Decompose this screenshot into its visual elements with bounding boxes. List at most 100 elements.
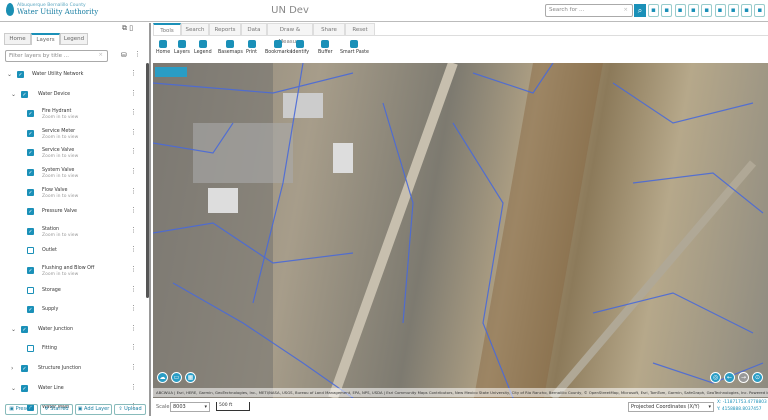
more-options-icon[interactable]: ⋮: [130, 285, 137, 293]
back-icon[interactable]: ←: [724, 372, 735, 383]
layer-item[interactable]: ✓ Flushing and Blow Off Zoom in to view ⋮: [0, 264, 146, 283]
user-icon[interactable]: ▪: [754, 4, 766, 17]
layer-checkbox[interactable]: ✓: [27, 208, 34, 216]
tab-layers[interactable]: Layers: [31, 33, 60, 45]
panel-toggle-icons[interactable]: ⧉ ▯: [122, 24, 133, 33]
layer-checkbox[interactable]: ✓: [21, 325, 28, 333]
layer-checkbox[interactable]: ✓: [27, 169, 34, 176]
locate-icon[interactable]: ⊙: [752, 372, 763, 383]
basemaps-tool-button[interactable]: Basemaps: [218, 40, 243, 55]
layer-tools-icon[interactable]: ⛁: [121, 51, 127, 59]
buffer-tool-button[interactable]: Buffer: [318, 40, 333, 55]
bookmarks-tool-button[interactable]: Bookmarks: [265, 40, 292, 55]
layer-item[interactable]: ✓ Pressure Valve ⋮: [0, 205, 146, 224]
layer-checkbox[interactable]: ✓: [17, 71, 24, 78]
mobile-icon[interactable]: ▪: [648, 4, 659, 17]
bookmark-icon[interactable]: ▭: [171, 372, 182, 383]
layer-item[interactable]: ✓ Station Zoom in to view ⋮: [0, 225, 146, 244]
overview-icon[interactable]: ▦: [185, 372, 196, 383]
coordinate-system-select[interactable]: Projected Coordinates (X/Y) ▾: [628, 402, 714, 412]
extent-icon[interactable]: ▪: [701, 4, 713, 17]
more-options-icon[interactable]: ⋮: [134, 50, 141, 58]
more-options-icon[interactable]: ⋮: [130, 343, 137, 351]
chevron-down-icon[interactable]: ⌄: [11, 385, 16, 392]
globe-icon[interactable]: ▪: [661, 4, 673, 17]
layer-item[interactable]: Storage ⋮: [0, 284, 146, 303]
layer-item[interactable]: ✓ Service Meter Zoom in to view ⋮: [0, 127, 146, 146]
filter-icon[interactable]: ▪: [674, 4, 686, 17]
more-options-icon[interactable]: ⋮: [130, 147, 137, 155]
more-options-icon[interactable]: ⋮: [130, 128, 137, 136]
search-input[interactable]: Search for ... ×: [545, 4, 633, 17]
forward-icon[interactable]: →: [738, 372, 749, 383]
tab-reports[interactable]: Reports: [209, 23, 241, 36]
layer-checkbox[interactable]: [27, 247, 34, 255]
layer-checkbox[interactable]: ✓: [27, 188, 34, 196]
filter-layers-input[interactable]: Filter layers by title ... ×: [5, 50, 108, 62]
layer-checkbox[interactable]: [27, 345, 34, 353]
search-button[interactable]: ⌕: [634, 4, 646, 17]
print-tool-button[interactable]: Print: [246, 40, 257, 55]
map-tool-icon[interactable]: ☁: [157, 372, 168, 383]
layer-checkbox[interactable]: ✓: [27, 110, 34, 118]
tab-share[interactable]: Share: [313, 23, 345, 36]
tab-legend[interactable]: Legend: [60, 33, 88, 45]
tab-draw-measure[interactable]: Draw & Measure: [267, 23, 313, 45]
layer-checkbox[interactable]: ✓: [21, 384, 28, 392]
layer-item[interactable]: ✓ Fire Hydrant Zoom in to view ⋮: [0, 107, 146, 126]
chevron-down-icon[interactable]: ⌄: [11, 91, 16, 98]
layer-item[interactable]: ✓ System Valve Zoom in to view ⋮: [0, 166, 146, 185]
scrollbar[interactable]: [146, 63, 149, 298]
tab-reset[interactable]: Reset: [345, 23, 375, 36]
add-layer-button[interactable]: ▣ Add Layer: [75, 404, 112, 415]
layer-item[interactable]: › ✓ Structure Junction ⋮: [0, 362, 146, 381]
layer-checkbox[interactable]: ✓: [27, 227, 34, 235]
layer-item[interactable]: ✓ Service Valve Zoom in to view ⋮: [0, 146, 146, 165]
home-tool-button[interactable]: Home: [156, 40, 170, 55]
layer-item[interactable]: ✓ Supply ⋮: [0, 303, 146, 322]
map-view[interactable]: ☁ ▭ ▦ ◎ ← → ⊙: [153, 63, 768, 398]
layer-item[interactable]: Fitting ⋮: [0, 342, 146, 361]
grid-icon[interactable]: ▪: [741, 4, 753, 17]
layer-checkbox[interactable]: ✓: [27, 267, 34, 274]
map-label-chip[interactable]: [155, 67, 187, 77]
layer-item[interactable]: Outlet ⋮: [0, 244, 146, 263]
chevron-down-icon[interactable]: ⌄: [11, 326, 16, 333]
more-options-icon[interactable]: ⋮: [130, 265, 137, 273]
identify-tool-button[interactable]: Identify: [291, 40, 309, 55]
starred-button[interactable]: ✲ Starred: [40, 404, 73, 415]
layer-item[interactable]: ⌄ ✓ Water Line ⋮: [0, 382, 146, 401]
more-options-icon[interactable]: ⋮: [130, 187, 137, 195]
more-options-icon[interactable]: ⋮: [130, 89, 137, 97]
layer-item[interactable]: ⌄ ✓ Water Junction ⋮: [0, 323, 146, 342]
chevron-down-icon[interactable]: ⌄: [7, 71, 12, 78]
layer-checkbox[interactable]: [27, 286, 34, 294]
smart-paste-tool-button[interactable]: Smart Paste: [340, 40, 369, 55]
more-options-icon[interactable]: ⋮: [130, 108, 137, 116]
layers-tool-button[interactable]: Layers: [174, 40, 190, 55]
tab-home[interactable]: Home: [4, 33, 31, 45]
more-options-icon[interactable]: ⋮: [130, 226, 137, 234]
layer-checkbox[interactable]: ✓: [27, 149, 34, 157]
layer-checkbox[interactable]: ✓: [27, 129, 34, 137]
layer-item[interactable]: ✓ Flow Valve Zoom in to view ⋮: [0, 186, 146, 205]
clear-icon[interactable]: ×: [623, 7, 628, 13]
more-options-icon[interactable]: ⋮: [130, 363, 137, 371]
document-icon[interactable]: ▪: [687, 4, 699, 17]
chevron-right-icon[interactable]: ›: [11, 365, 13, 372]
compass-icon[interactable]: ◎: [710, 372, 721, 383]
more-options-icon[interactable]: ⋮: [130, 69, 137, 77]
tab-data[interactable]: Data: [241, 23, 267, 36]
layer-checkbox[interactable]: ✓: [21, 90, 28, 98]
more-options-icon[interactable]: ⋮: [130, 383, 137, 391]
clear-icon[interactable]: ×: [98, 52, 103, 58]
calendar-icon[interactable]: ▪: [727, 4, 739, 17]
layer-checkbox[interactable]: ✓: [21, 365, 28, 372]
layers-icon[interactable]: ▪: [714, 4, 726, 17]
layer-checkbox[interactable]: ✓: [27, 306, 34, 314]
layer-item[interactable]: ⌄ ✓ Water Utility Network ⋮: [0, 68, 146, 87]
more-options-icon[interactable]: ⋮: [130, 206, 137, 214]
more-options-icon[interactable]: ⋮: [130, 324, 137, 332]
tab-search[interactable]: Search: [181, 23, 209, 36]
more-options-icon[interactable]: ⋮: [130, 167, 137, 175]
